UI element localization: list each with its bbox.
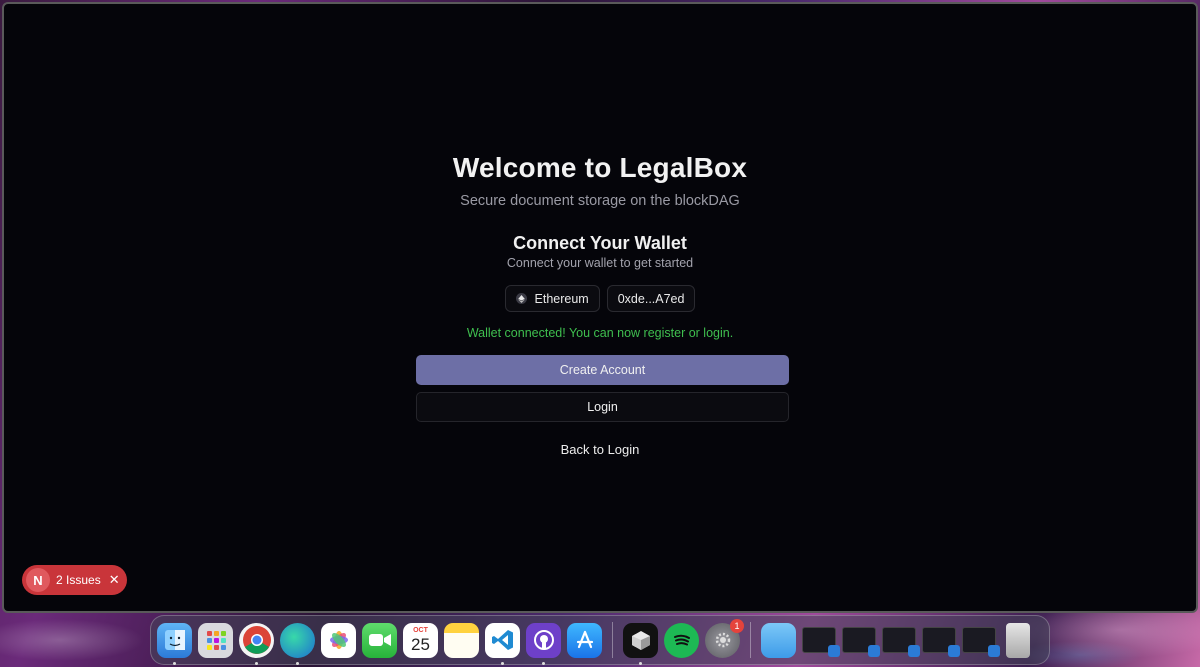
nextjs-logo-icon: N	[26, 568, 50, 592]
photos-icon[interactable]	[321, 622, 356, 658]
ethereum-icon	[515, 293, 527, 304]
running-indicator	[542, 661, 545, 665]
running-indicator	[255, 661, 258, 665]
browser-window: Welcome to LegalBox Secure document stor…	[2, 2, 1198, 613]
notification-badge: 1	[730, 618, 744, 633]
running-indicator	[639, 661, 642, 665]
calendar-month: OCT	[413, 627, 428, 634]
vscode-icon	[988, 645, 1000, 657]
notes-icon[interactable]	[444, 622, 479, 658]
finder-icon	[948, 645, 960, 657]
login-button[interactable]: Login	[416, 392, 789, 422]
cube-app-icon[interactable]	[623, 622, 658, 665]
launchpad-icon[interactable]	[198, 622, 233, 658]
running-indicator	[501, 661, 504, 665]
account-address-button[interactable]: 0xde...A7ed	[606, 285, 696, 312]
window-thumbnail[interactable]	[842, 627, 880, 657]
close-icon[interactable]: ✕	[109, 572, 120, 588]
dock-separator	[612, 622, 613, 658]
create-account-label: Create Account	[559, 363, 646, 377]
spotify-icon[interactable]	[664, 622, 699, 658]
window-thumbnail[interactable]	[922, 627, 960, 657]
folder-icon[interactable]	[761, 622, 796, 658]
system-settings-icon[interactable]: 1	[705, 618, 744, 658]
running-indicator	[296, 661, 299, 665]
calendar-icon[interactable]: OCT 25	[403, 622, 438, 658]
chrome-icon[interactable]	[239, 622, 274, 665]
window-thumbnail[interactable]	[962, 627, 1000, 657]
window-thumbnail[interactable]	[882, 627, 920, 657]
trash-icon[interactable]	[1006, 622, 1030, 658]
page-subtitle: Secure document storage on the blockDAG	[460, 193, 740, 209]
vscode-icon	[868, 645, 880, 657]
dock-separator	[750, 622, 751, 658]
login-label: Login	[587, 400, 618, 414]
app-store-icon[interactable]	[567, 622, 602, 658]
window-thumbnail[interactable]	[802, 627, 840, 657]
page-title: Welcome to LegalBox	[452, 152, 748, 183]
macos-dock: OCT 25 1	[150, 615, 1050, 665]
wallet-section-title: Connect Your Wallet	[513, 233, 687, 253]
back-to-login-link[interactable]: Back to Login	[4, 442, 1196, 457]
vscode-icon[interactable]	[485, 622, 520, 665]
finder-icon[interactable]	[157, 622, 192, 665]
issues-toast[interactable]: N 2 Issues ✕	[22, 565, 127, 595]
legalbox-page: Welcome to LegalBox Secure document stor…	[4, 4, 1196, 611]
calendar-day: 25	[411, 635, 430, 654]
github-desktop-icon[interactable]	[526, 622, 561, 665]
vscode-icon	[828, 645, 840, 657]
facetime-icon[interactable]	[362, 622, 397, 658]
wallet-chip-row: Ethereum 0xde...A7ed	[4, 285, 1196, 312]
network-label: Ethereum	[534, 291, 589, 306]
edge-icon[interactable]	[280, 622, 315, 665]
issues-count-label: 2 Issues	[56, 573, 101, 587]
wallet-status-message: Wallet connected! You can now register o…	[466, 326, 734, 340]
finder-icon	[908, 645, 920, 657]
create-account-button[interactable]: Create Account	[416, 355, 789, 385]
address-label: 0xde...A7ed	[617, 291, 685, 306]
network-selector-button[interactable]: Ethereum	[504, 285, 600, 312]
wallet-section-subtitle: Connect your wallet to get started	[506, 256, 694, 270]
running-indicator	[173, 661, 176, 665]
